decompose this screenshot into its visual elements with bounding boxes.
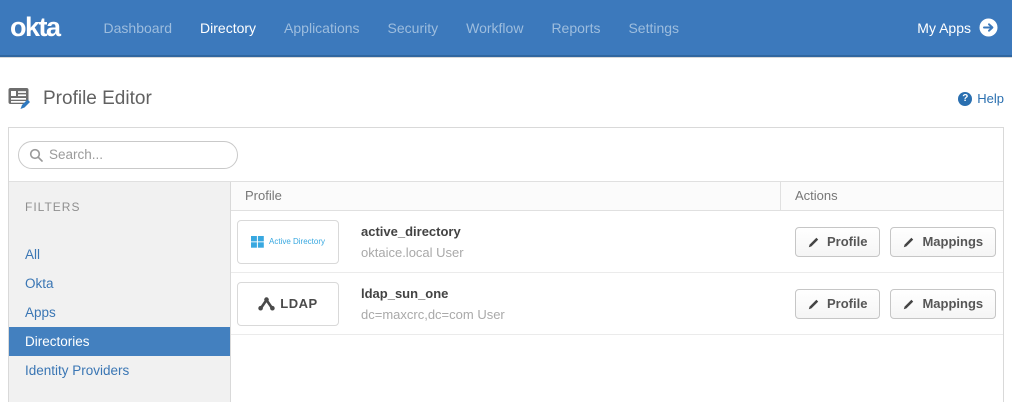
filter-item-identity-providers[interactable]: Identity Providers [9,356,230,385]
nav-item-directory[interactable]: Directory [200,20,256,36]
profile-button[interactable]: Profile [795,227,880,257]
ldap-network-icon [258,297,275,311]
filter-item-all[interactable]: All [9,240,230,269]
pencil-icon [903,236,915,248]
nav-items: Dashboard Directory Applications Security Wo… [104,20,680,36]
table-header: Profile Actions [231,182,1003,211]
mappings-button-label: Mappings [922,296,983,311]
help-link[interactable]: ? Help [958,91,1004,106]
actions-cell: Profile Mappings [780,289,1003,319]
logo-box: LDAP LDAP [237,282,339,326]
filter-item-apps[interactable]: Apps [9,298,230,327]
logo-label: Active Directory [269,237,325,246]
my-apps-button[interactable]: My Apps [917,18,998,37]
nav-item-applications[interactable]: Applications [284,20,360,36]
mappings-button[interactable]: Mappings [890,289,996,319]
table-row: LDAP LDAP ldap_sun [231,273,1003,335]
actions-cell: Profile Mappings [780,227,1003,257]
top-nav: okta Dashboard Directory Applications Secur… [0,0,1012,57]
page-header: Profile Editor ? Help [8,87,1004,110]
help-icon: ? [958,92,972,106]
profile-name: ldap_sun_one [361,286,505,301]
filter-item-okta[interactable]: Okta [9,269,230,298]
nav-item-reports[interactable]: Reports [551,20,600,36]
profile-editor-icon [8,87,33,110]
pencil-icon [808,298,820,310]
profile-description: oktaice.local User [361,245,464,260]
profile-table-body: Active Directory Active Directory [231,211,1003,335]
column-header-profile: Profile [231,182,780,210]
active-directory-logo: Active Directory [251,236,325,248]
logo-label: LDAP [280,296,317,311]
nav-item-settings[interactable]: Settings [628,20,679,36]
my-apps-label: My Apps [917,20,971,36]
filter-item-directories[interactable]: Directories [9,327,230,356]
okta-logo[interactable]: okta [10,12,60,43]
search-input[interactable] [49,147,227,162]
search-row [9,128,1003,182]
column-header-actions: Actions [780,182,1003,210]
filter-list: AllOktaAppsDirectoriesIdentity Providers [9,240,230,385]
pencil-icon [808,236,820,248]
mappings-button[interactable]: Mappings [890,227,996,257]
profile-button[interactable]: Profile [795,289,880,319]
ldap-logo: LDAP [258,296,317,311]
profile-cell: Active Directory Active Directory [231,220,780,264]
search-icon [29,148,43,162]
profile-button-label: Profile [827,234,867,249]
profile-info: active_directory oktaice.local User [361,224,464,260]
filters-heading: FILTERS [9,182,230,214]
profile-name: active_directory [361,224,464,239]
logo-box: Active Directory Active Directory [237,220,339,264]
filters-sidebar: FILTERS AllOktaAppsDirectoriesIdentity P… [9,182,231,402]
profile-editor-panel: FILTERS AllOktaAppsDirectoriesIdentity P… [8,127,1004,402]
profile-cell: LDAP LDAP ldap_sun [231,282,780,326]
windows-icon [251,236,264,248]
profiles-table: Profile Actions Active Directory [231,182,1003,402]
nav-item-security[interactable]: Security [388,20,439,36]
profile-button-label: Profile [827,296,867,311]
arrow-right-circle-icon [979,18,998,37]
table-row: Active Directory Active Directory [231,211,1003,273]
mappings-button-label: Mappings [922,234,983,249]
help-label: Help [977,91,1004,106]
profile-description: dc=maxcrc,dc=com User [361,307,505,322]
page-title: Profile Editor [43,88,152,110]
profile-info: ldap_sun_one dc=maxcrc,dc=com User [361,286,505,322]
search-box [18,141,238,169]
nav-item-dashboard[interactable]: Dashboard [104,20,173,36]
nav-item-workflow[interactable]: Workflow [466,20,523,36]
pencil-icon [903,298,915,310]
